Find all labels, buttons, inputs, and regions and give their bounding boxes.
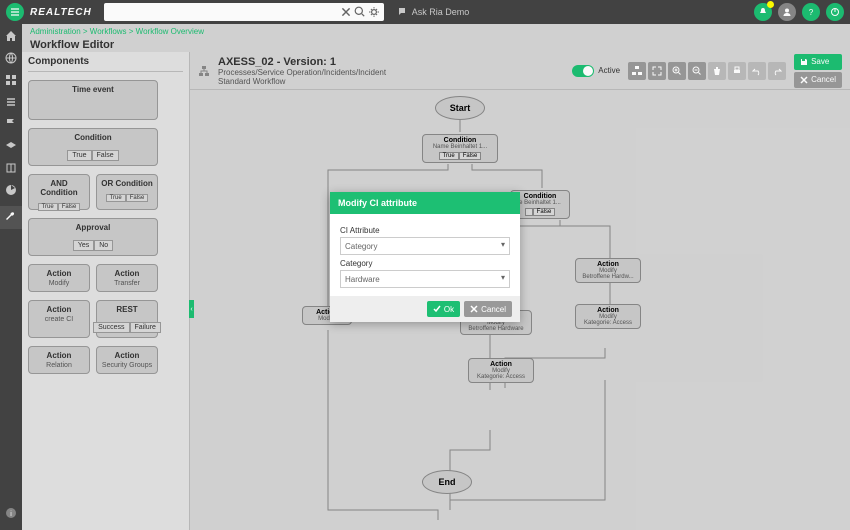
ci-attribute-label: CI Attribute [340, 226, 510, 235]
modal-cancel-button[interactable]: Cancel [464, 301, 512, 317]
close-icon [470, 305, 478, 313]
modal-modify-ci-attribute: Modify CI attribute CI Attribute Categor… [330, 192, 520, 322]
check-icon [433, 305, 441, 313]
modal-title: Modify CI attribute [330, 192, 520, 214]
category-select[interactable]: Hardware [340, 270, 510, 288]
modal-ok-button[interactable]: Ok [427, 301, 460, 317]
ci-attribute-select[interactable]: Category [340, 237, 510, 255]
category-label: Category [340, 259, 510, 268]
